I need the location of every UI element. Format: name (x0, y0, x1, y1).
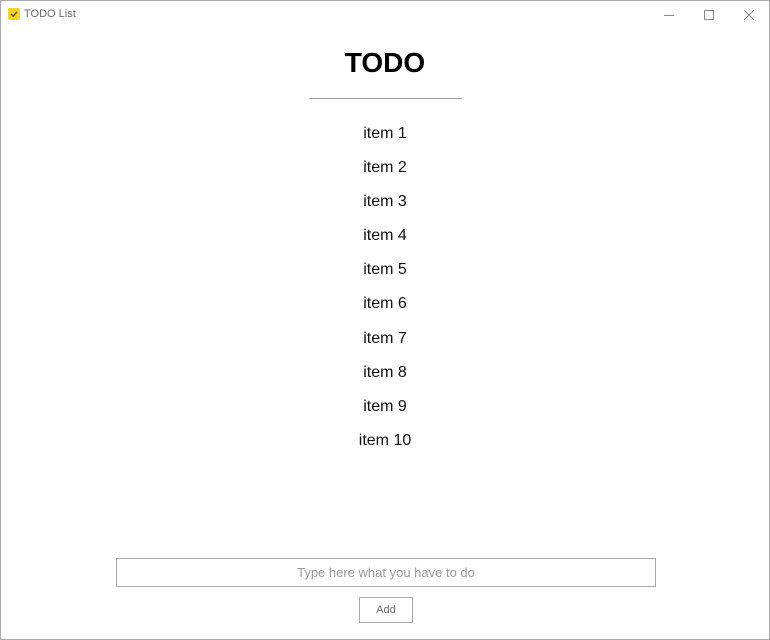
page-title: TODO (344, 47, 426, 78)
minimize-button[interactable] (649, 1, 689, 29)
title-divider (309, 98, 462, 99)
todo-item[interactable]: item 3 (1, 185, 769, 219)
close-button[interactable] (729, 1, 769, 29)
add-button[interactable]: Add (359, 597, 413, 623)
todo-item[interactable]: item 8 (1, 356, 769, 390)
todo-item[interactable]: item 2 (1, 151, 769, 185)
todo-item[interactable]: item 9 (1, 390, 769, 424)
todo-input[interactable] (116, 558, 656, 587)
title-bar[interactable]: TODO List (1, 1, 769, 29)
minimize-icon (664, 15, 674, 16)
todo-item[interactable]: item 1 (1, 117, 769, 151)
todo-item[interactable]: item 5 (1, 253, 769, 287)
window-title: TODO List (24, 8, 76, 20)
todo-list: item 1 item 2 item 3 item 4 item 5 item … (1, 117, 769, 458)
checkmark-icon (8, 8, 20, 20)
close-icon (744, 10, 754, 20)
app-window: TODO List TODO item 1 item 2 item 3 item… (0, 0, 770, 640)
maximize-icon (704, 10, 714, 20)
todo-item[interactable]: item 4 (1, 219, 769, 253)
maximize-button[interactable] (689, 1, 729, 29)
todo-item[interactable]: item 6 (1, 287, 769, 321)
todo-item[interactable]: item 10 (1, 424, 769, 458)
todo-item[interactable]: item 7 (1, 322, 769, 356)
